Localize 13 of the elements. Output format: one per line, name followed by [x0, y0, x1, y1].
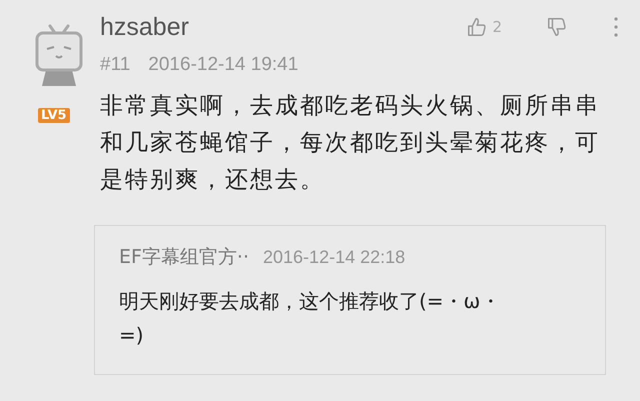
username[interactable]: hzsaber: [100, 12, 189, 42]
reply-text: 明天刚好要去成都，这个推荐收了(=・ω・=): [119, 288, 502, 349]
reply-username[interactable]: EF字幕组官方··: [119, 244, 250, 270]
floor-number: #11: [100, 54, 130, 76]
like-count: 2: [492, 18, 502, 36]
reply-time: 2016-12-14 22:18: [263, 247, 406, 268]
comment-time: 2016-12-14 19:41: [148, 54, 298, 76]
more-icon[interactable]: [614, 16, 618, 38]
thumbs-down-icon[interactable]: [546, 16, 568, 38]
level-badge: LV5: [38, 108, 70, 123]
comment-text: 非常真实啊，去成都吃老码头火锅、厕所串串和几家苍蝇馆子，每次都吃到头晕菊花疼，可是特别爽，还想去。: [100, 92, 601, 195]
thumbs-up-icon[interactable]: [466, 16, 488, 38]
avatar-icon: [34, 24, 84, 86]
